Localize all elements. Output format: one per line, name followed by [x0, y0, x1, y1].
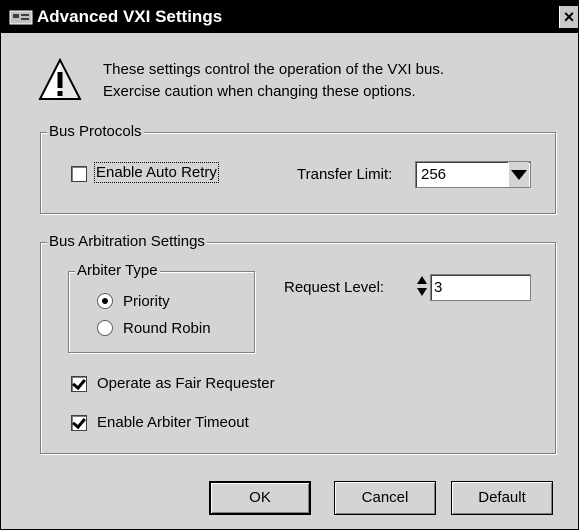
- enable-auto-retry-checkbox[interactable]: [71, 166, 87, 182]
- transfer-limit-label: Transfer Limit:: [297, 166, 393, 183]
- request-level-value: 3: [434, 279, 443, 296]
- enable-auto-retry-label[interactable]: Enable Auto Retry: [94, 162, 219, 183]
- close-icon[interactable]: ×: [559, 6, 578, 28]
- warning-line-2: Exercise caution when changing these opt…: [103, 83, 416, 100]
- default-button[interactable]: Default: [451, 481, 553, 515]
- request-level-input[interactable]: 3: [430, 274, 531, 301]
- fair-requester-checkbox[interactable]: [71, 376, 87, 392]
- warning-message: These settings control the operation of …: [103, 59, 444, 103]
- spin-up-icon[interactable]: [417, 276, 427, 284]
- vxi-app-icon: [9, 10, 33, 25]
- chevron-down-icon[interactable]: [508, 162, 529, 187]
- arbiter-timeout-checkbox[interactable]: [71, 415, 87, 431]
- bus-arbitration-label: Bus Arbitration Settings: [47, 233, 207, 250]
- warning-exclamation-icon: [38, 57, 82, 100]
- window-title: Advanced VXI Settings: [37, 7, 223, 26]
- priority-label[interactable]: Priority: [123, 293, 170, 310]
- fair-requester-label[interactable]: Operate as Fair Requester: [97, 375, 275, 392]
- arbiter-type-group: Arbiter Type: [68, 262, 255, 353]
- request-level-label: Request Level:: [284, 279, 385, 296]
- title-bar: Advanced VXI Settings ×: [1, 1, 578, 33]
- round-robin-label[interactable]: Round Robin: [123, 320, 211, 337]
- advanced-vxi-settings-dialog: Advanced VXI Settings × These settings c…: [0, 0, 579, 530]
- arbiter-timeout-label[interactable]: Enable Arbiter Timeout: [97, 414, 249, 431]
- arbiter-type-label: Arbiter Type: [75, 262, 160, 279]
- cancel-button[interactable]: Cancel: [334, 481, 436, 515]
- transfer-limit-dropdown[interactable]: 256: [415, 161, 531, 188]
- request-level-spinner[interactable]: [416, 274, 428, 299]
- round-robin-radio[interactable]: [97, 320, 113, 336]
- warning-line-1: These settings control the operation of …: [103, 61, 445, 78]
- ok-button[interactable]: OK: [209, 481, 311, 515]
- transfer-limit-value: 256: [421, 166, 447, 183]
- priority-radio[interactable]: [97, 293, 113, 309]
- spin-down-icon[interactable]: [417, 288, 427, 296]
- bus-protocols-label: Bus Protocols: [47, 123, 144, 140]
